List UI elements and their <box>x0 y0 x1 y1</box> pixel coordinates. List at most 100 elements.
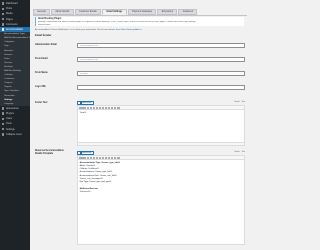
sidebar-item-label: Add New Booking <box>4 70 21 73</box>
sidebar-item-label: Language <box>4 102 14 105</box>
sidebar-item-label: Dashboard <box>5 2 18 6</box>
from-name-field[interactable] <box>77 71 245 76</box>
sidebar-item-label: Amenities <box>4 49 14 52</box>
sidebar-submenu: Accommodation Types Add New Accommodation… <box>0 32 30 106</box>
template-label: Reserved Accommodation Details Template <box>35 150 64 156</box>
italic-icon[interactable] <box>89 156 92 159</box>
sidebar-item-label: Settings <box>4 98 13 101</box>
paragraph-select-icon[interactable] <box>79 156 86 159</box>
sidebar-item-label: Bookings <box>4 65 13 68</box>
more-tag-icon[interactable] <box>114 106 117 109</box>
admin-sidebar: Dashboard Posts Media Pages Comments Accommod… <box>0 0 30 250</box>
text-tab[interactable]: Text <box>242 101 245 103</box>
media-icon <box>79 151 82 154</box>
template-body[interactable]: Accommodation Type: %room_type_title% Adu… <box>78 160 244 244</box>
sidebar-item-label: Plugins <box>5 112 14 116</box>
sidebar-item-label: Seasons <box>4 53 13 56</box>
align-left-icon[interactable] <box>101 106 105 109</box>
more-tag-icon[interactable] <box>114 156 117 159</box>
collapse-icon <box>2 133 5 136</box>
sidebar-item-label: Collapse menu <box>5 132 22 136</box>
bullet-list-icon[interactable] <box>92 156 95 159</box>
align-right-icon[interactable] <box>108 106 111 109</box>
plugin-notice: Hotel Booking Plugin Booking Confirmatio… <box>35 17 244 27</box>
from-email-field[interactable] <box>77 57 245 62</box>
intro-label: Accommodation Owners Notification. Let u… <box>35 29 122 31</box>
blockquote-icon[interactable] <box>98 106 102 109</box>
visual-tab[interactable]: Visual <box>234 101 239 103</box>
sidebar-item-label: Calendar <box>4 74 13 77</box>
footer-text-editor: Add Media Visual Text %site% <box>77 100 245 147</box>
link-icon[interactable] <box>111 156 114 159</box>
sidebar-item-label: Tags <box>4 45 9 48</box>
users-icon <box>2 117 5 120</box>
main-content: General Admin Emails Customer Emails Email … <box>30 0 250 250</box>
sidebar-item-label: Coupons <box>4 82 13 85</box>
sidebar-item-label: Categories <box>4 41 15 44</box>
addons-link[interactable]: More Booking Addons <box>121 29 141 31</box>
template-editor: Add Media Visual Text Accommodation Type… <box>77 150 245 246</box>
toolbar-toggle-icon[interactable] <box>117 156 120 159</box>
building-icon <box>2 28 5 31</box>
sidebar-item-label: Settings <box>5 127 15 131</box>
template-label-line2: Details Template <box>35 153 54 155</box>
sidebar-item-label: Accommodation <box>5 28 24 32</box>
text-tab[interactable]: Text <box>242 151 245 153</box>
italic-icon[interactable] <box>89 106 92 109</box>
editor-line: %site% <box>79 111 87 114</box>
sidebar-item-label: Posts <box>5 7 12 11</box>
add-media-label: Add Media <box>82 151 92 154</box>
add-media-button[interactable]: Add Media <box>77 100 94 105</box>
numbered-list-icon[interactable] <box>95 156 98 159</box>
numbered-list-icon[interactable] <box>95 106 98 109</box>
intro-text: Accommodation Owners Notification. Let u… <box>35 29 142 31</box>
media-icon <box>79 101 82 104</box>
editor-statusbar <box>78 142 244 146</box>
plugin-icon <box>2 112 5 115</box>
footer-text-body[interactable]: %site% <box>78 110 244 142</box>
visual-tab[interactable]: Visual <box>234 151 239 153</box>
sidebar-item-label: Tools <box>5 122 12 126</box>
sidebar-item-label: Pages <box>5 17 13 21</box>
align-center-icon[interactable] <box>105 156 108 159</box>
toolbar-toggle-icon[interactable] <box>117 106 120 109</box>
sliders-icon <box>2 127 5 131</box>
logo-url-label: Logo URL <box>35 86 46 88</box>
align-left-icon[interactable] <box>101 156 105 159</box>
sidebar-item-label: Users <box>5 117 13 121</box>
sidebar-item-label: Rates <box>4 57 10 60</box>
sidebar-item-label: Services <box>4 61 13 64</box>
bold-icon[interactable] <box>86 156 89 159</box>
media-icon <box>2 12 5 16</box>
dashboard-icon <box>2 2 5 5</box>
link-icon[interactable] <box>111 106 114 109</box>
from-email-label: From Email <box>35 58 48 60</box>
footer-text-label: Footer Text <box>35 102 48 104</box>
sidebar-item-label: Appearance <box>5 106 19 110</box>
sidebar-item-label: Shortcodes <box>4 94 15 97</box>
align-center-icon[interactable] <box>105 106 108 109</box>
bold-icon[interactable] <box>86 106 89 109</box>
sidebar-item-label: Sync Calendars <box>4 90 19 93</box>
bullet-list-icon[interactable] <box>92 106 95 109</box>
sidebar-item-label: Customers <box>4 78 15 81</box>
admin-email-label: Administrator Email <box>35 44 57 46</box>
admin-email-field[interactable] <box>77 43 245 48</box>
wrench-icon <box>2 122 5 126</box>
sidebar-item-label: Media <box>5 12 13 16</box>
paragraph-select-icon[interactable] <box>79 106 86 109</box>
sidebar-item-collapse-menu[interactable]: Collapse menu <box>0 132 30 137</box>
editor-line: %services% <box>79 191 91 194</box>
add-media-button[interactable]: Add Media <box>77 150 94 155</box>
align-right-icon[interactable] <box>108 156 111 159</box>
sidebar-item-label: Comments <box>5 22 18 26</box>
pushpin-icon <box>2 7 5 10</box>
page-icon <box>2 17 5 21</box>
add-media-label: Add Media <box>82 101 92 104</box>
section-title: Email Sender <box>35 33 52 37</box>
blockquote-icon[interactable] <box>98 156 102 159</box>
comment-icon <box>2 23 5 26</box>
logo-url-field[interactable] <box>77 85 245 90</box>
notice-body-line2: installed them. <box>38 23 51 26</box>
sidebar-item-label: Accommodation Types <box>4 33 26 36</box>
